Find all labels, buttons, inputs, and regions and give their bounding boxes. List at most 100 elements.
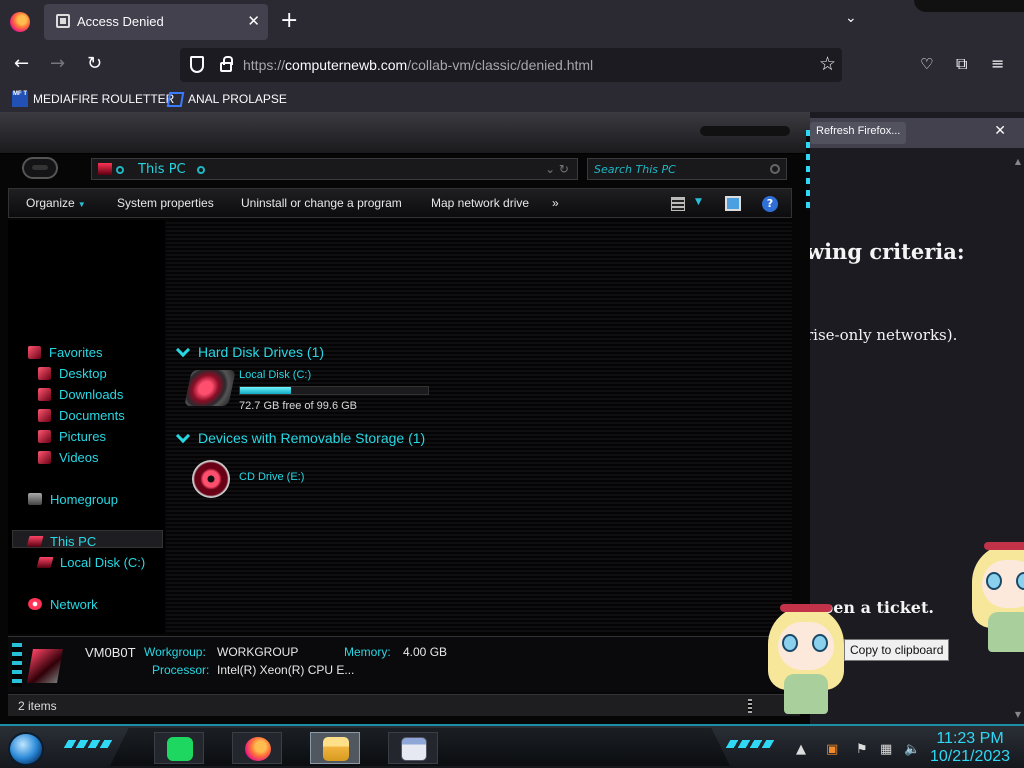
titlebar-decoration — [914, 0, 1024, 12]
address-bar[interactable]: This PC ⌄ ↻ — [91, 158, 578, 180]
forward-arrow-icon[interactable]: → — [50, 54, 65, 74]
action-center-flag-icon[interactable]: ⚑ — [856, 742, 868, 757]
group-header-removable[interactable]: Devices with Removable Storage (1) — [175, 428, 426, 446]
mascot-character-left[interactable] — [760, 598, 852, 718]
taskbar-firefox[interactable] — [232, 732, 282, 764]
collapse-chevron-icon[interactable] — [175, 342, 191, 358]
taskbar-spotify[interactable] — [154, 732, 204, 764]
scroll-up-icon[interactable]: ▲ — [1015, 157, 1021, 166]
computer-name: VM0B0T — [85, 645, 136, 660]
screen: Access Denied ✕ + ⌄ ← → ↻ https://comput… — [0, 0, 1024, 768]
workgroup-value: WORKGROUP — [217, 645, 299, 659]
help-icon[interactable]: ? — [762, 196, 778, 212]
videos-icon — [38, 450, 51, 464]
url-bar[interactable]: https://computernewb.com/collab-vm/class… — [180, 48, 842, 82]
nav-this-pc[interactable]: This PC — [26, 531, 96, 551]
bookmark-mediafire[interactable]: MF T MEDIAFIRE ROULETTER — [12, 90, 174, 108]
mascot-headband — [984, 542, 1024, 550]
memory-label: Memory: — [344, 645, 391, 659]
search-icon[interactable] — [770, 164, 780, 174]
start-orb-icon[interactable] — [8, 732, 44, 766]
mascot-character-right[interactable] — [964, 536, 1024, 656]
organize-button[interactable]: Organize ▼ — [26, 196, 86, 210]
list-all-tabs-chevron-icon[interactable]: ⌄ — [845, 10, 857, 26]
bookmark-star-icon[interactable]: ☆ — [819, 53, 836, 75]
nav-favorites[interactable]: Favorites — [28, 342, 102, 362]
taskbar-window[interactable] — [388, 732, 438, 764]
refresh-firefox-button[interactable]: Refresh Firefox... — [810, 122, 907, 144]
explorer-frame — [0, 112, 810, 154]
address-text: This PC — [138, 162, 186, 177]
back-forward-orb[interactable] — [22, 157, 58, 179]
memory-value: 4.00 GB — [403, 645, 448, 659]
bookmark-second[interactable]: ANAL PROLAPSE — [166, 90, 287, 108]
taskbar: ▲ ▣ ⚑ ▦ 🔈 11:23 PM 10/21/2023 — [0, 724, 1024, 768]
frame-decoration — [12, 643, 22, 687]
system-clock[interactable]: 11:23 PM 10/21/2023 — [930, 730, 1010, 766]
window-icon — [401, 737, 427, 761]
show-hidden-icons-icon[interactable]: ▲ — [796, 742, 806, 757]
browser-tabbar: Access Denied ✕ + ⌄ — [0, 0, 1024, 44]
bookmarks-toolbar: MF T MEDIAFIRE ROULETTER ANAL PROLAPSE — [0, 86, 1024, 112]
file-explorer-icon — [323, 737, 349, 761]
app-tray-icon[interactable]: ▣ — [826, 742, 838, 757]
search-box[interactable]: Search This PC — [587, 158, 787, 180]
taskbar-file-explorer[interactable] — [310, 732, 360, 764]
hard-drive-icon — [36, 556, 54, 568]
desktop-icon — [38, 366, 51, 380]
nav-label: Favorites — [49, 344, 103, 360]
tab-title: Access Denied — [77, 14, 164, 29]
nav-pictures[interactable]: Pictures — [38, 426, 106, 446]
collapse-chevron-icon[interactable] — [175, 428, 191, 444]
reload-icon[interactable]: ↻ — [87, 54, 102, 74]
tab-access-denied[interactable]: Access Denied ✕ — [44, 4, 268, 40]
more-commands-button[interactable]: » — [552, 196, 559, 210]
group-header-hdd[interactable]: Hard Disk Drives (1) — [175, 342, 325, 360]
system-properties-button[interactable]: System properties — [117, 196, 214, 210]
clock-date: 10/21/2023 — [930, 748, 1011, 765]
extensions-puzzle-icon[interactable]: ⧉ — [956, 54, 967, 74]
group-title: Hard Disk Drives (1) — [198, 344, 325, 360]
cd-drive-icon[interactable] — [192, 460, 230, 498]
hard-drive-icon[interactable] — [184, 370, 236, 406]
volume-icon[interactable]: 🔈 — [904, 742, 920, 757]
network-icon — [28, 598, 42, 610]
breadcrumb-separator-icon[interactable] — [116, 166, 124, 174]
resize-grip-icon[interactable] — [748, 699, 752, 713]
address-dropdown-refresh-icon[interactable]: ⌄ ↻ — [545, 162, 569, 176]
nav-downloads[interactable]: Downloads — [38, 384, 123, 404]
uninstall-program-button[interactable]: Uninstall or change a program — [241, 196, 402, 210]
hamburger-menu-icon[interactable]: ≡ — [991, 54, 1004, 74]
notification-close-icon[interactable]: ✕ — [994, 123, 1006, 139]
nav-desktop[interactable]: Desktop — [38, 363, 107, 383]
drive-e-name[interactable]: CD Drive (E:) — [239, 471, 304, 483]
url-text[interactable]: https://computernewb.com/collab-vm/class… — [243, 57, 593, 73]
breadcrumb-separator-icon[interactable] — [197, 166, 205, 174]
view-options-icon[interactable] — [671, 197, 685, 211]
search-input[interactable]: Search This PC — [594, 163, 676, 176]
nav-homegroup[interactable]: Homegroup — [28, 489, 118, 509]
group-title: Devices with Removable Storage (1) — [198, 430, 426, 446]
nav-documents[interactable]: Documents — [38, 405, 125, 425]
nav-label: Local Disk (C:) — [60, 554, 146, 570]
processor-value: Intel(R) Xeon(R) CPU E... — [217, 663, 355, 677]
item-count: 2 items — [18, 699, 57, 713]
preview-pane-icon[interactable] — [725, 196, 741, 211]
pocket-icon[interactable]: ♡ — [920, 54, 933, 74]
firefox-menu-icon[interactable] — [10, 12, 30, 32]
scroll-down-icon[interactable]: ▼ — [1015, 710, 1021, 719]
new-tab-button[interactable]: + — [280, 8, 298, 34]
nav-local-disk[interactable]: Local Disk (C:) — [36, 552, 146, 572]
view-dropdown-icon[interactable]: ▼ — [695, 197, 702, 207]
nav-network[interactable]: Network — [28, 594, 98, 614]
network-tray-icon[interactable]: ▦ — [880, 742, 892, 757]
tracking-shield-icon[interactable] — [190, 56, 204, 73]
map-network-drive-button[interactable]: Map network drive — [431, 196, 529, 210]
details-pane: VM0B0T Workgroup: WORKGROUP Memory: 4.00… — [8, 636, 800, 692]
lock-icon[interactable] — [220, 56, 233, 72]
drive-c-name[interactable]: Local Disk (C:) — [239, 369, 311, 381]
tab-close-icon[interactable]: ✕ — [247, 12, 260, 30]
nav-videos[interactable]: Videos — [38, 447, 99, 467]
refresh-notification-bar: Refresh Firefox... ✕ — [806, 118, 1024, 148]
back-arrow-icon[interactable]: ← — [14, 54, 29, 74]
